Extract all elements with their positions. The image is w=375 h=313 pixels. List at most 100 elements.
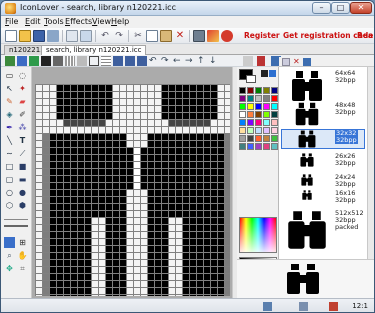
line-width-1[interactable] (4, 219, 28, 220)
pixel[interactable] (190, 162, 196, 168)
pixel[interactable] (148, 169, 154, 175)
pixel[interactable] (183, 267, 189, 273)
pixel[interactable] (190, 232, 196, 238)
pixel[interactable] (155, 92, 161, 98)
pixel[interactable] (155, 169, 161, 175)
pixel[interactable] (120, 127, 126, 133)
pixel[interactable] (155, 155, 161, 161)
pixel[interactable] (43, 92, 49, 98)
pixel[interactable] (64, 211, 70, 217)
pixel[interactable] (141, 267, 147, 273)
pixel[interactable] (148, 120, 154, 126)
pixel[interactable] (43, 190, 49, 196)
pixel[interactable] (211, 232, 217, 238)
pixel[interactable] (141, 211, 147, 217)
pixel[interactable] (36, 169, 42, 175)
pixel[interactable] (211, 92, 217, 98)
pixel[interactable] (197, 211, 203, 217)
pixel[interactable] (211, 204, 217, 210)
pixel[interactable] (218, 113, 224, 119)
pixel[interactable] (197, 232, 203, 238)
pixel[interactable] (106, 141, 112, 147)
line-width-2[interactable] (4, 225, 28, 227)
pixel[interactable] (120, 197, 126, 203)
pixel[interactable] (43, 155, 49, 161)
pixel[interactable] (155, 281, 161, 287)
pixel[interactable] (36, 295, 42, 296)
pixel[interactable] (204, 190, 210, 196)
pixel[interactable] (197, 127, 203, 133)
pixel[interactable] (57, 134, 63, 140)
pixel[interactable] (211, 127, 217, 133)
pixel[interactable] (211, 218, 217, 224)
pixel[interactable] (169, 253, 175, 259)
pixel[interactable] (64, 106, 70, 112)
pixel[interactable] (155, 134, 161, 140)
pixel[interactable] (190, 253, 196, 259)
black-icon[interactable] (41, 56, 51, 66)
pixel[interactable] (162, 190, 168, 196)
pixel[interactable] (43, 253, 49, 259)
pixel[interactable] (169, 148, 175, 154)
palette-swatch[interactable] (247, 111, 254, 118)
pixel[interactable] (211, 239, 217, 245)
pixel[interactable] (197, 197, 203, 203)
palette-swatch[interactable] (247, 103, 254, 110)
pixel[interactable] (57, 85, 63, 91)
pixel[interactable] (36, 134, 42, 140)
pixel[interactable] (127, 204, 133, 210)
pixel[interactable] (64, 253, 70, 259)
pixel[interactable] (99, 99, 105, 105)
pixel[interactable] (106, 162, 112, 168)
pixel[interactable] (85, 141, 91, 147)
pixel[interactable] (113, 197, 119, 203)
palette-swatch[interactable] (255, 87, 262, 94)
pixel[interactable] (99, 169, 105, 175)
pixel[interactable] (106, 197, 112, 203)
pixel[interactable] (197, 134, 203, 140)
pixel[interactable] (141, 120, 147, 126)
pixel[interactable] (106, 113, 112, 119)
pixel[interactable] (169, 239, 175, 245)
eyedropper-icon[interactable]: ✐ (17, 109, 28, 120)
pixel[interactable] (57, 176, 63, 182)
status-icon-3[interactable] (329, 302, 338, 311)
pixel[interactable] (120, 141, 126, 147)
pixel[interactable] (190, 141, 196, 147)
pixel[interactable] (148, 106, 154, 112)
green-icon[interactable] (29, 56, 39, 66)
pixel[interactable] (197, 162, 203, 168)
pixel[interactable] (204, 281, 210, 287)
pixel[interactable] (127, 92, 133, 98)
palette-swatch[interactable] (239, 127, 246, 134)
pixel[interactable] (50, 92, 56, 98)
pixel[interactable] (176, 120, 182, 126)
pixel[interactable] (50, 225, 56, 231)
pixel[interactable] (78, 148, 84, 154)
pixel[interactable] (176, 148, 182, 154)
pixel[interactable] (190, 113, 196, 119)
pixel[interactable] (120, 176, 126, 182)
pixel[interactable] (162, 197, 168, 203)
pixel[interactable] (169, 232, 175, 238)
pixel[interactable] (50, 218, 56, 224)
polygon-icon[interactable]: ⬡ (4, 200, 15, 211)
pixel[interactable] (162, 106, 168, 112)
pixel[interactable] (148, 85, 154, 91)
pixel[interactable] (155, 85, 161, 91)
pixel[interactable] (225, 232, 230, 238)
pixel[interactable] (85, 246, 91, 252)
pixel[interactable] (176, 239, 182, 245)
pixel[interactable] (78, 190, 84, 196)
pixel[interactable] (57, 232, 63, 238)
pixel[interactable] (99, 211, 105, 217)
pixel[interactable] (162, 253, 168, 259)
pixel[interactable] (176, 253, 182, 259)
palette-swatch[interactable] (263, 143, 270, 150)
palette-swatch[interactable] (263, 127, 270, 134)
pixel[interactable] (92, 260, 98, 266)
pixel[interactable] (183, 190, 189, 196)
pixel[interactable] (218, 253, 224, 259)
format-item[interactable]: 16x16 32bpp (281, 189, 363, 204)
format-item[interactable]: 26x26 32bpp (281, 152, 363, 168)
